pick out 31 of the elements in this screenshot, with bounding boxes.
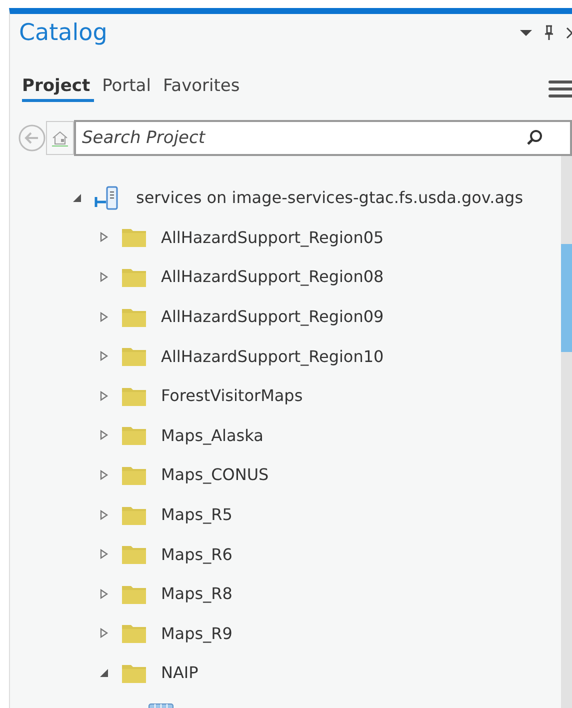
- tree-item[interactable]: Maps_R5: [161, 505, 232, 524]
- tab[interactable]: Portal: [102, 76, 155, 102]
- tree-item[interactable]: AllHazardSupport_Region09: [161, 307, 384, 326]
- tree-item[interactable]: Maps_CONUS: [161, 465, 269, 484]
- folder-icon: [121, 622, 147, 644]
- scrollbar-thumb[interactable]: [561, 244, 572, 352]
- tree-item[interactable]: AllHazardSupport_Region05: [161, 228, 384, 247]
- tree-item[interactable]: Maps_Alaska: [161, 426, 264, 445]
- pin-icon[interactable]: [544, 25, 554, 41]
- tab[interactable]: Project: [22, 76, 94, 102]
- tab[interactable]: Favorites: [162, 76, 244, 102]
- tree-item[interactable]: ForestVisitorMaps: [161, 386, 303, 406]
- pane-title: Catalog: [19, 20, 108, 46]
- tree-item[interactable]: services on image-services-gtac.fs.usda.gov.ags: [136, 188, 524, 208]
- tree-item[interactable]: AllHazardSupport_Region08: [161, 267, 384, 286]
- search-field[interactable]: Search Project: [74, 120, 572, 156]
- folder-icon: [121, 345, 147, 368]
- tree-item[interactable]: Maps_R8: [161, 584, 232, 604]
- home-icon: [51, 129, 69, 147]
- tree-item[interactable]: Maps_R6: [161, 544, 232, 564]
- scrollbar[interactable]: [561, 156, 572, 708]
- menu-icon[interactable]: [548, 80, 572, 98]
- tree-item[interactable]: NAIP: [161, 663, 198, 682]
- folder-icon: [121, 424, 147, 446]
- dropdown-icon[interactable]: [520, 29, 532, 37]
- folder-icon: [121, 543, 147, 566]
- folder-icon: [121, 226, 147, 248]
- tree-item[interactable]: Maps_R9: [161, 624, 232, 643]
- search-icon[interactable]: [526, 129, 544, 147]
- home-button[interactable]: [46, 121, 74, 155]
- tree-item[interactable]: AllHazardSupport_Region10: [161, 346, 384, 366]
